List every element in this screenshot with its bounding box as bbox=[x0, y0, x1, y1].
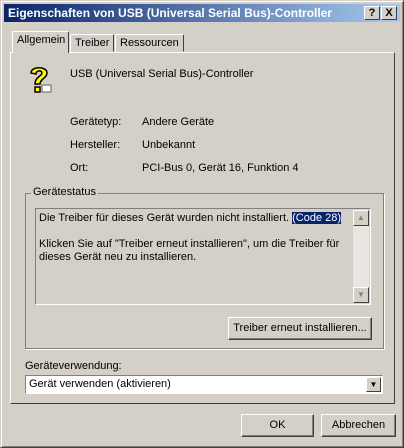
tab-allgemein[interactable]: Allgemein bbox=[12, 31, 69, 53]
properties-dialog: Eigenschaften von USB (Universal Serial … bbox=[0, 0, 404, 448]
manufacturer-value: Unbekannt bbox=[142, 139, 196, 151]
location-value: PCI-Bus 0, Gerät 16, Funktion 4 bbox=[142, 162, 299, 174]
ok-button[interactable]: OK bbox=[241, 414, 314, 437]
status-scrollbar[interactable]: ▲ ▼ bbox=[353, 210, 369, 303]
status-message-line2: Klicken Sie auf "Treiber erneut installi… bbox=[39, 238, 340, 263]
tab-ressourcen[interactable]: Ressourcen bbox=[115, 34, 184, 52]
status-code: (Code 28) bbox=[292, 212, 342, 224]
device-type-value: Andere Geräte bbox=[142, 116, 215, 128]
device-usage-label: Geräteverwendung: bbox=[25, 360, 122, 372]
device-type-label: Gerätetyp: bbox=[70, 116, 122, 128]
status-message-line1: Die Treiber für dieses Gerät wurden nich… bbox=[39, 212, 290, 224]
status-text-box[interactable]: Die Treiber für dieses Gerät wurden nich… bbox=[35, 208, 371, 305]
scroll-down-icon[interactable]: ▼ bbox=[353, 287, 369, 303]
location-label: Ort: bbox=[70, 162, 89, 174]
help-button[interactable]: ? bbox=[364, 6, 380, 20]
reinstall-driver-button[interactable]: Treiber erneut installieren... bbox=[228, 317, 372, 340]
title-bar[interactable]: Eigenschaften von USB (Universal Serial … bbox=[4, 4, 400, 22]
cancel-button[interactable]: Abbrechen bbox=[321, 414, 396, 437]
chevron-down-icon[interactable]: ▼ bbox=[366, 377, 381, 392]
device-status-title: Gerätestatus bbox=[31, 186, 98, 198]
scroll-up-icon[interactable]: ▲ bbox=[353, 210, 369, 226]
device-usage-value: Gerät verwenden (aktivieren) bbox=[29, 378, 171, 390]
window-title: Eigenschaften von USB (Universal Serial … bbox=[8, 6, 333, 20]
close-button[interactable]: X bbox=[381, 6, 397, 20]
device-name: USB (Universal Serial Bus)-Controller bbox=[70, 68, 254, 80]
unknown-device-question-icon bbox=[30, 67, 52, 93]
tab-treiber[interactable]: Treiber bbox=[70, 34, 114, 52]
device-usage-select[interactable]: Gerät verwenden (aktivieren) ▼ bbox=[25, 375, 383, 394]
manufacturer-label: Hersteller: bbox=[70, 139, 121, 151]
